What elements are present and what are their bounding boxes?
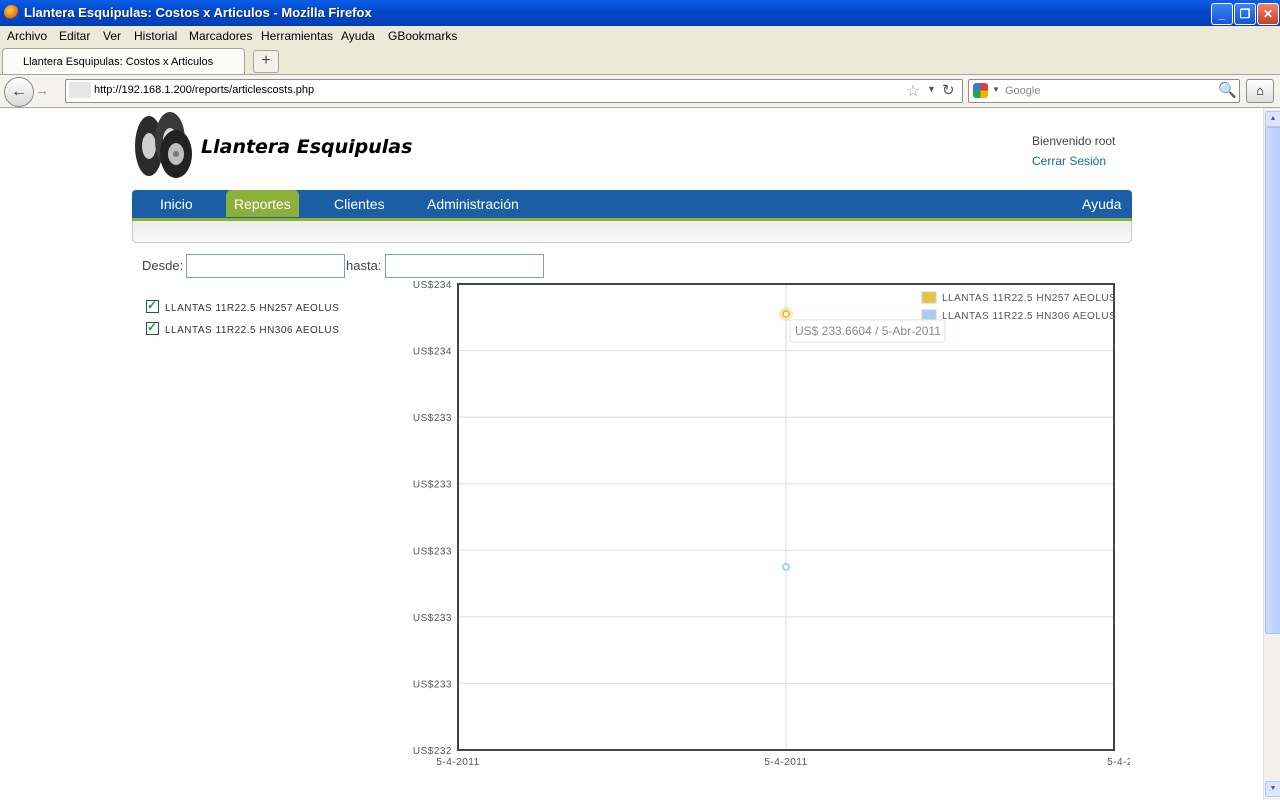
search-icon[interactable]: 🔍 xyxy=(1218,81,1237,99)
nav-administracion[interactable]: Administración xyxy=(427,196,519,212)
google-engine-icon[interactable] xyxy=(973,83,988,98)
back-button[interactable]: ← xyxy=(4,77,34,107)
forward-button[interactable]: → xyxy=(35,82,49,98)
menu-ver[interactable]: Ver xyxy=(103,29,121,43)
minimize-button[interactable]: _ xyxy=(1211,3,1233,25)
scroll-up-arrow-icon[interactable]: ▲ xyxy=(1265,111,1280,127)
nav-ayuda[interactable]: Ayuda xyxy=(1082,196,1121,212)
scroll-thumb[interactable] xyxy=(1265,127,1280,634)
scroll-down-arrow-icon[interactable]: ▼ xyxy=(1265,781,1280,797)
menu-editar[interactable]: Editar xyxy=(59,29,90,43)
menu-marcadores[interactable]: Marcadores xyxy=(189,29,252,43)
y-tick-label: US$233 xyxy=(413,413,452,424)
x-tick-label: 5-4-2011 xyxy=(764,757,807,768)
menu-gbookmarks[interactable]: GBookmarks xyxy=(388,29,457,43)
history-dropdown-icon[interactable]: ▼ xyxy=(927,84,936,94)
close-button[interactable]: ✕ xyxy=(1257,3,1279,25)
logout-link[interactable]: Cerrar Sesión xyxy=(1032,154,1106,168)
menu-historial[interactable]: Historial xyxy=(134,29,177,43)
home-button[interactable]: ⌂ xyxy=(1246,79,1274,103)
nav-reportes[interactable]: Reportes xyxy=(226,190,299,217)
tab-articlescosts[interactable]: Llantera Esquipulas: Costos x Articulos xyxy=(2,48,245,74)
article-label-hn257: LLANTAS 11R22.5 HN257 AEOLUS xyxy=(165,303,340,314)
x-tick-label: 5-4-2011 xyxy=(436,757,479,768)
hasta-input[interactable] xyxy=(385,254,544,278)
search-input[interactable]: Google xyxy=(1005,85,1040,97)
legend-swatch xyxy=(921,291,937,304)
y-tick-label: US$233 xyxy=(413,613,452,624)
firefox-icon xyxy=(4,5,19,20)
engine-dropdown-icon[interactable]: ▼ xyxy=(992,85,1000,94)
window-title: Llantera Esquipulas: Costos x Articulos … xyxy=(24,5,372,20)
article-label-hn306: LLANTAS 11R22.5 HN306 AEOLUS xyxy=(165,325,340,336)
sub-navigation xyxy=(132,221,1132,243)
nav-clientes[interactable]: Clientes xyxy=(334,196,385,212)
menu-ayuda[interactable]: Ayuda xyxy=(341,29,375,43)
y-tick-label: US$233 xyxy=(413,480,452,491)
cost-chart: US$234 US$234 US$233 US$233 US$233 US$233 US$2… xyxy=(413,280,1130,768)
welcome-text: Bienvenido root xyxy=(1032,134,1116,148)
nav-inicio[interactable]: Inicio xyxy=(160,196,193,212)
tires-logo-icon xyxy=(135,112,192,178)
y-tick-label: US$233 xyxy=(413,679,452,690)
data-point xyxy=(782,309,790,318)
article-checkbox-hn306[interactable] xyxy=(146,320,159,335)
menu-archivo[interactable]: Archivo xyxy=(7,29,47,43)
y-tick-label: US$234 xyxy=(413,280,452,291)
bookmark-star-icon[interactable]: ☆ xyxy=(906,81,920,101)
tab-label: Llantera Esquipulas: Costos x Articulos xyxy=(23,56,214,68)
maximize-button[interactable]: ❐ xyxy=(1234,3,1256,25)
y-tick-label: US$232 xyxy=(413,746,452,757)
site-identity-icon[interactable] xyxy=(69,82,91,98)
x-tick-label: 5-4-2 xyxy=(1107,757,1130,768)
reload-icon[interactable]: ↻ xyxy=(942,81,955,99)
site-title: Llantera Esquipulas xyxy=(201,136,413,158)
url-bar[interactable]: http://192.168.1.200/reports/articlescos… xyxy=(65,79,963,103)
url-text[interactable]: http://192.168.1.200/reports/articlescos… xyxy=(94,84,314,96)
window-title-bar: Llantera Esquipulas: Costos x Articulos … xyxy=(0,0,1280,26)
main-navigation: Inicio Reportes Clientes Administración … xyxy=(132,190,1132,221)
menu-herramientas[interactable]: Herramientas xyxy=(261,29,333,43)
article-checkbox-hn257[interactable] xyxy=(146,298,159,313)
desde-label: Desde: xyxy=(142,258,184,273)
vertical-scrollbar[interactable]: ▲ ▼ xyxy=(1263,108,1280,800)
new-tab-button[interactable]: + xyxy=(253,50,279,73)
tab-strip: Llantera Esquipulas: Costos x Articulos xyxy=(0,46,1280,75)
data-point xyxy=(782,562,790,571)
page-content: Llantera Esquipulas Bienvenido root Cerr… xyxy=(0,108,1263,800)
search-box[interactable]: ▼ Google 🔍 xyxy=(968,79,1240,103)
y-tick-label: US$234 xyxy=(413,347,452,358)
legend-label: LLANTAS 11R22.5 HN306 AEOLUS xyxy=(942,311,1116,322)
legend-label: LLANTAS 11R22.5 HN257 AEOLUS xyxy=(942,293,1116,304)
tooltip-text: US$ 233.6604 / 5-Abr-2011 xyxy=(795,324,941,338)
hasta-label: hasta: xyxy=(346,258,382,273)
menu-bar: Archivo Editar Ver Historial Marcadores … xyxy=(0,26,1280,46)
y-tick-label: US$233 xyxy=(413,546,452,557)
desde-input[interactable] xyxy=(186,254,345,278)
